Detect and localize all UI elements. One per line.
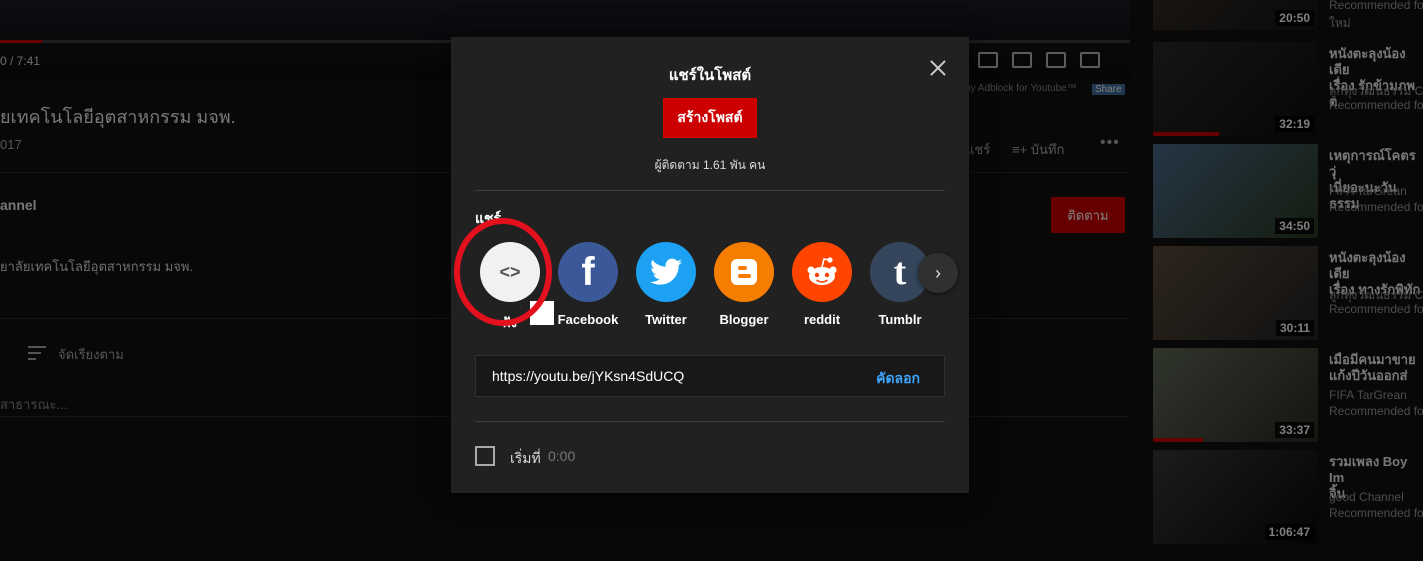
share-option-label: Twitter [645, 312, 687, 327]
share-option-reddit[interactable]: reddit [791, 242, 853, 327]
share-option-label: Facebook [557, 312, 619, 327]
chevron-right-icon[interactable]: › [918, 253, 958, 293]
share-option-twitter[interactable]: Twitter [635, 242, 697, 327]
reddit-icon [792, 242, 852, 302]
share-option-label: reddit [803, 312, 841, 327]
copy-button[interactable]: คัดลอก [876, 368, 920, 390]
divider [475, 190, 945, 191]
start-at-checkbox[interactable] [475, 446, 495, 466]
embed-icon: <> [480, 242, 540, 302]
dialog-title: แชร์ในโพสต์ [668, 67, 752, 84]
share-option-facebook[interactable]: f Facebook [557, 242, 619, 327]
share-section-label: แชร์ [475, 210, 502, 226]
facebook-icon: f [558, 242, 618, 302]
share-url-field[interactable]: https://youtu.be/jYKsn4SdUCQ คัดลอก [475, 355, 945, 397]
annotation-white-box [530, 301, 554, 325]
subscriber-count: ผู้ติดตาม 1.61 พัน คน [654, 158, 766, 172]
close-icon[interactable] [929, 59, 947, 77]
twitter-icon [636, 242, 696, 302]
start-time-input[interactable]: 0:00 [548, 448, 575, 464]
start-at-label: เริ่มที่ [510, 450, 541, 466]
share-dialog: แชร์ในโพสต์ สร้างโพสต์ ผู้ติดตาม 1.61 พั… [451, 37, 969, 493]
share-option-label: Blogger [719, 312, 769, 327]
share-url[interactable]: https://youtu.be/jYKsn4SdUCQ [492, 368, 684, 384]
create-post-button[interactable]: สร้างโพสต์ [663, 98, 757, 138]
divider [475, 421, 945, 422]
share-option-blogger[interactable]: Blogger [713, 242, 775, 327]
blogger-icon [714, 242, 774, 302]
share-option-label: Tumblr [878, 312, 922, 327]
